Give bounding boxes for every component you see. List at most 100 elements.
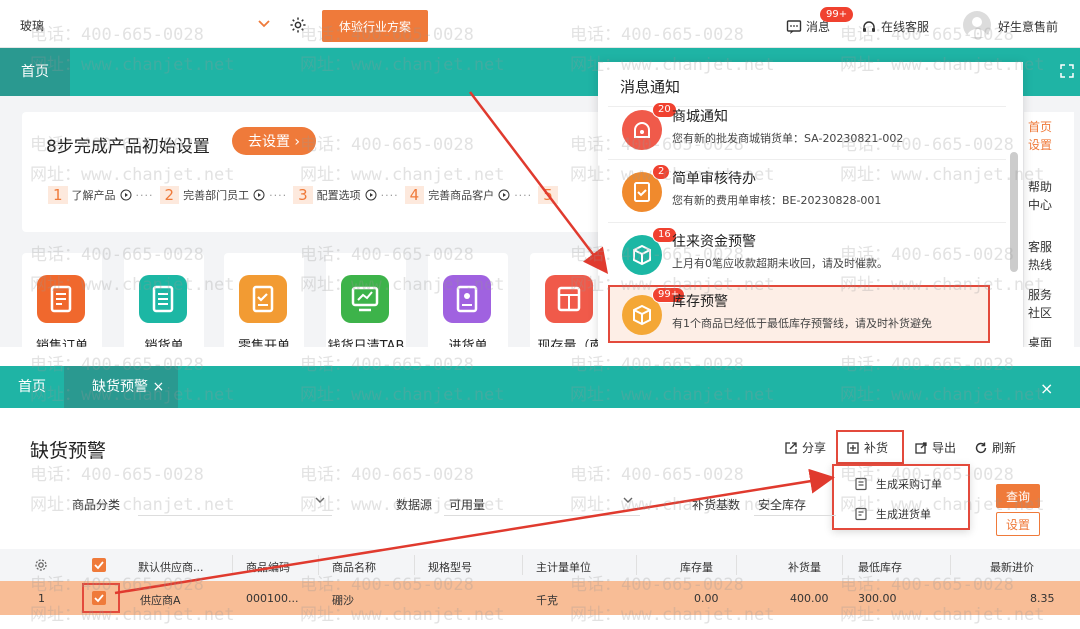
step-label[interactable]: 完善商品客户 — [428, 187, 494, 203]
export-label: 导出 — [932, 441, 957, 455]
step-label[interactable]: 完善部门员工 — [183, 187, 249, 203]
step-label[interactable]: 配置选项 — [317, 187, 361, 203]
watermark: 电话：400-665-0028 — [30, 465, 204, 485]
watermark: 网址：www.chanjet.net — [570, 165, 775, 185]
watermark: 网址：www.chanjet.net — [300, 605, 505, 625]
side-link-desktop[interactable]: 桌面 — [1028, 334, 1060, 347]
app-retail[interactable]: 零售开单 — [224, 253, 304, 347]
watermark: 网址：www.chanjet.net — [840, 495, 1045, 515]
watermark: 电话：400-665-0028 — [30, 575, 204, 595]
watermark: 网址：www.chanjet.net — [840, 275, 1045, 295]
watermark: 网址：www.chanjet.net — [300, 495, 505, 515]
watermark: 网址：www.chanjet.net — [570, 605, 775, 625]
settings-button[interactable]: 设置 — [996, 512, 1040, 536]
watermark: 电话：400-665-0028 — [570, 25, 744, 45]
watermark: 电话：400-665-0028 — [570, 465, 744, 485]
notification-popup: 消息通知 20 商城通知 您有新的批发商城销货单：SA-20230821-002… — [598, 62, 1023, 347]
export-icon — [915, 441, 927, 454]
watermark: 网址：www.chanjet.net — [840, 605, 1045, 625]
watermark: 电话：400-665-0028 — [300, 135, 474, 155]
watermark: 网址：www.chanjet.net — [570, 55, 775, 75]
side-link-home-settings[interactable]: 首页设置 — [1028, 118, 1060, 154]
watermark: 网址：www.chanjet.net — [570, 385, 775, 405]
app-label: 销售订单 — [35, 339, 88, 347]
watermark: 电话：400-665-0028 — [30, 355, 204, 375]
play-circle-icon — [365, 189, 377, 201]
notification-title: 消息通知 — [620, 78, 681, 96]
cell-replenish: 400.00 — [790, 592, 829, 605]
notification-desc: 有1个商品已经低于最低库存预警线，请及时补货避免 — [672, 317, 932, 330]
checklist-icon — [239, 275, 287, 323]
share-icon — [785, 441, 797, 454]
step-number: 3 — [293, 186, 313, 204]
watermark: 网址：www.chanjet.net — [570, 495, 775, 515]
cell-code: 000100... — [246, 592, 299, 605]
play-circle-icon — [120, 189, 132, 201]
fullscreen-icon[interactable] — [1060, 64, 1074, 78]
step-label[interactable]: 了解产品 — [72, 187, 116, 203]
side-shortcuts: 首页设置 帮助中心 客服热线 服务社区 桌面 — [1024, 112, 1074, 347]
replenish-button[interactable]: 补货 — [846, 439, 888, 456]
cell-unit: 千克 — [536, 594, 558, 607]
watermark: 网址：www.chanjet.net — [840, 385, 1045, 405]
message-icon — [786, 19, 802, 34]
notification-desc: 您有新的费用单审核：BE-20230828-001 — [672, 194, 882, 207]
watermark: 电话：400-665-0028 — [570, 245, 744, 265]
watermark: 网址：www.chanjet.net — [300, 385, 505, 405]
app-label: 销货单 — [144, 339, 184, 347]
watermark: 网址：www.chanjet.net — [30, 495, 235, 515]
column-header[interactable]: 补货量 — [788, 559, 821, 575]
watermark: 电话：400-665-0028 — [570, 575, 744, 595]
watermark: 电话：400-665-0028 — [840, 245, 1014, 265]
step-number: 1 — [48, 186, 68, 204]
refresh-button[interactable]: 刷新 — [974, 439, 1016, 456]
app-label: 进货单 — [448, 339, 488, 347]
refresh-label: 刷新 — [992, 441, 1017, 455]
share-label: 分享 — [802, 441, 827, 455]
watermark: 网址：www.chanjet.net — [300, 55, 505, 75]
export-button[interactable]: 导出 — [914, 439, 956, 456]
page-title: 缺货预警 — [30, 440, 107, 462]
watermark: 电话：400-665-0028 — [840, 25, 1014, 45]
notification-name: 商城通知 — [672, 109, 728, 125]
watermark: 网址：www.chanjet.net — [300, 275, 505, 295]
chevron-down-icon[interactable] — [256, 15, 272, 31]
watermark: 网址：www.chanjet.net — [840, 165, 1045, 185]
go-setup-label: 去设置 — [247, 134, 290, 150]
app-sales-delivery[interactable]: 销货单 — [124, 253, 204, 347]
watermark: 电话：400-665-0028 — [840, 575, 1014, 595]
app-sales-order[interactable]: 销售订单 — [22, 253, 102, 347]
watermark: 电话：400-665-0028 — [840, 465, 1014, 485]
watermark: 网址：www.chanjet.net — [30, 605, 235, 625]
watermark: 电话：400-665-0028 — [840, 355, 1014, 375]
app-daily-settlement[interactable]: 钱货日清TAB — [326, 253, 406, 347]
step-number: 2 — [159, 186, 180, 204]
watermark: 网址：www.chanjet.net — [300, 165, 505, 185]
column-header[interactable]: 商品编码 — [246, 559, 290, 575]
watermark: 电话：400-665-0028 — [30, 135, 204, 155]
watermark: 电话：400-665-0028 — [30, 245, 204, 265]
setup-steps: 1 了解产品 ···· 2 完善部门员工 ···· 3 配置选项 ···· 4 … — [46, 186, 558, 204]
step-number: 5 — [538, 186, 558, 204]
watermark: 网址：www.chanjet.net — [30, 55, 235, 75]
watermark: 电话：400-665-0028 — [30, 25, 204, 45]
app-label: 钱货日清TAB — [327, 339, 405, 347]
watermark: 电话：400-665-0028 — [300, 575, 474, 595]
share-button[interactable]: 分享 — [784, 439, 826, 456]
watermark: 网址：www.chanjet.net — [570, 275, 775, 295]
play-circle-icon — [498, 189, 510, 201]
refresh-icon — [975, 442, 987, 453]
play-circle-icon — [253, 189, 265, 201]
side-link-hotline[interactable]: 客服热线 — [1028, 238, 1060, 274]
watermark: 电话：400-665-0028 — [570, 355, 744, 375]
replenish-icon — [847, 441, 859, 454]
watermark: 电话：400-665-0028 — [570, 135, 744, 155]
watermark: 电话：400-665-0028 — [300, 25, 474, 45]
app-purchase[interactable]: 进货单 — [428, 253, 508, 347]
watermark: 电话：400-665-0028 — [840, 135, 1014, 155]
app-label: 零售开单 — [237, 339, 290, 347]
watermark: 网址：www.chanjet.net — [30, 385, 235, 405]
watermark: 电话：400-665-0028 — [300, 355, 474, 375]
step-number: 4 — [404, 186, 425, 204]
watermark: 网址：www.chanjet.net — [30, 275, 235, 295]
